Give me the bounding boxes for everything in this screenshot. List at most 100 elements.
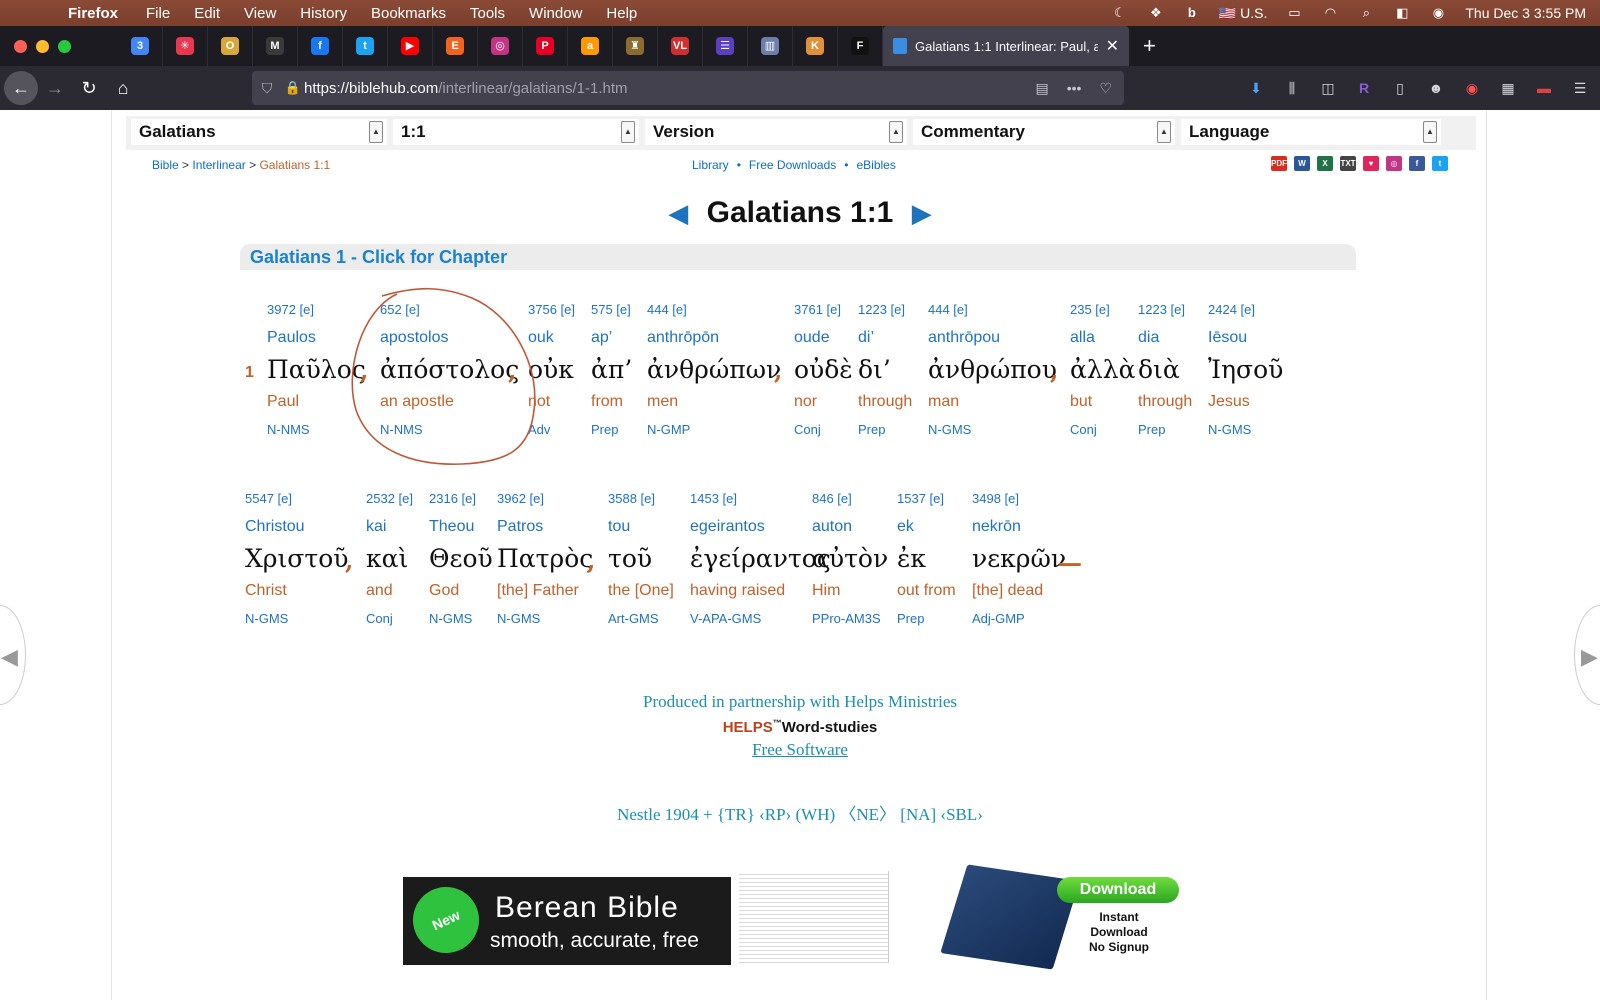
- strongs-number-link[interactable]: 1453 [e]: [690, 491, 831, 509]
- pinned-tab[interactable]: K: [793, 26, 838, 66]
- active-tab[interactable]: Galatians 1:1 Interlinear: Paul, an ✕: [883, 26, 1129, 66]
- strongs-number-link[interactable]: 1223 [e]: [1138, 302, 1192, 320]
- siri-icon[interactable]: ◉: [1429, 6, 1447, 20]
- new-tab-button[interactable]: +: [1129, 33, 1156, 59]
- strongs-number-link[interactable]: 575 [e]: [591, 302, 632, 320]
- strongs-number-link[interactable]: 3498 [e]: [972, 491, 1066, 509]
- sidebar-icon[interactable]: ◫: [1318, 80, 1338, 97]
- extension-doc-icon[interactable]: ▯: [1390, 80, 1410, 97]
- pinned-tab[interactable]: 3: [118, 26, 163, 66]
- version-select[interactable]: Version ▲: [644, 118, 908, 146]
- extension-red-icon[interactable]: ▬: [1534, 80, 1554, 96]
- pinned-tab[interactable]: ♜: [613, 26, 658, 66]
- parsing-link[interactable]: Prep: [1138, 422, 1192, 438]
- parsing-link[interactable]: N-GMP: [647, 422, 781, 438]
- parsing-link[interactable]: Adv: [528, 422, 575, 438]
- parsing-link[interactable]: N-GMS: [1208, 422, 1283, 438]
- parsing-link[interactable]: N-GMS: [245, 611, 348, 627]
- transliteration-link[interactable]: Iēsou: [1208, 329, 1283, 349]
- strongs-number-link[interactable]: 3756 [e]: [528, 302, 575, 320]
- breadcrumb-interlinear[interactable]: Interlinear: [192, 158, 245, 172]
- transliteration-link[interactable]: Theou: [429, 518, 493, 538]
- parsing-link[interactable]: N-GMS: [928, 422, 1057, 438]
- instagram-icon[interactable]: ◎: [1386, 156, 1402, 171]
- twitter-icon[interactable]: t: [1432, 156, 1448, 171]
- menu-help[interactable]: Help: [594, 5, 649, 22]
- breadcrumb-current[interactable]: Galatians 1:1: [259, 158, 330, 172]
- strongs-number-link[interactable]: 3962 [e]: [497, 491, 593, 509]
- strongs-number-link[interactable]: 235 [e]: [1070, 302, 1135, 320]
- downloads-icon[interactable]: ⬇: [1246, 80, 1266, 97]
- transliteration-link[interactable]: tou: [608, 518, 674, 538]
- helps-logo[interactable]: HELPS™Word-studies: [112, 718, 1488, 736]
- free-downloads-link[interactable]: Free Downloads: [749, 158, 836, 172]
- tracking-shield-icon[interactable]: ⛉: [252, 80, 282, 97]
- parsing-link[interactable]: Conj: [794, 422, 853, 438]
- parsing-link[interactable]: Conj: [1070, 422, 1135, 438]
- transliteration-link[interactable]: apostolos: [380, 329, 519, 349]
- lock-icon[interactable]: 🔒: [282, 80, 304, 96]
- close-tab-icon[interactable]: ✕: [1106, 36, 1119, 56]
- pinned-tab[interactable]: ▥: [748, 26, 793, 66]
- transliteration-link[interactable]: di’: [858, 329, 912, 349]
- chapter-verse-select[interactable]: 1:1 ▲: [392, 118, 640, 146]
- excel-icon[interactable]: X: [1317, 156, 1333, 171]
- reload-button[interactable]: ↻: [72, 71, 106, 105]
- pinned-tab[interactable]: t: [343, 26, 388, 66]
- url-bar[interactable]: ⛉ 🔒 https://biblehub.com/interlinear/gal…: [252, 71, 1124, 105]
- control-center-icon[interactable]: ◧: [1393, 6, 1411, 20]
- minimize-window-button[interactable]: [36, 39, 49, 53]
- transliteration-link[interactable]: anthrōpou: [928, 329, 1057, 349]
- menu-view[interactable]: View: [232, 5, 288, 22]
- download-button[interactable]: Download: [1057, 877, 1179, 903]
- parsing-link[interactable]: N-GMS: [429, 611, 493, 627]
- menu-history[interactable]: History: [288, 5, 359, 22]
- transliteration-link[interactable]: auton: [812, 518, 888, 538]
- menu-edit[interactable]: Edit: [182, 5, 232, 22]
- menu-tools[interactable]: Tools: [458, 5, 517, 22]
- transliteration-link[interactable]: egeirantos: [690, 518, 831, 538]
- pinned-tab[interactable]: ✳: [163, 26, 208, 66]
- dropbox-icon[interactable]: ❖: [1147, 6, 1165, 20]
- extension-r-icon[interactable]: R: [1354, 80, 1374, 96]
- editions-line[interactable]: Nestle 1904 + {TR} ‹RP› (WH) 〈NE〉 [NA] ‹…: [112, 800, 1488, 825]
- strongs-number-link[interactable]: 3761 [e]: [794, 302, 853, 320]
- back-button[interactable]: ←: [4, 71, 38, 105]
- parsing-link[interactable]: Conj: [366, 611, 413, 627]
- extension-grid-icon[interactable]: ▦: [1498, 80, 1518, 97]
- strongs-number-link[interactable]: 2532 [e]: [366, 491, 413, 509]
- pinned-tab[interactable]: ☰: [703, 26, 748, 66]
- pinned-tab[interactable]: VL: [658, 26, 703, 66]
- transliteration-link[interactable]: anthrōpōn: [647, 329, 781, 349]
- transliteration-link[interactable]: dia: [1138, 329, 1192, 349]
- pinned-tab[interactable]: O: [208, 26, 253, 66]
- transliteration-link[interactable]: Christou: [245, 518, 348, 538]
- menu-file[interactable]: File: [134, 5, 182, 22]
- chapter-link[interactable]: Galatians 1 - Click for Chapter: [240, 244, 1356, 270]
- parsing-link[interactable]: PPro-AM3S: [812, 611, 888, 627]
- language-select[interactable]: Language ▲: [1180, 118, 1442, 146]
- breadcrumb-bible[interactable]: Bible: [152, 158, 179, 172]
- transliteration-link[interactable]: oude: [794, 329, 853, 349]
- battery-icon[interactable]: ▭: [1285, 6, 1303, 20]
- txt-icon[interactable]: TXT: [1340, 156, 1356, 171]
- pdf-icon[interactable]: PDF: [1271, 156, 1287, 171]
- parsing-link[interactable]: Adj-GMP: [972, 611, 1066, 627]
- facebook-icon[interactable]: f: [1409, 156, 1425, 171]
- parsing-link[interactable]: N-GMS: [497, 611, 593, 627]
- transliteration-link[interactable]: Paulos: [267, 329, 366, 349]
- ebibles-link[interactable]: eBibles: [856, 158, 895, 172]
- strongs-number-link[interactable]: 846 [e]: [812, 491, 888, 509]
- book-select[interactable]: Galatians ▲: [130, 118, 388, 146]
- parsing-link[interactable]: N-NMS: [267, 422, 366, 438]
- pinned-tab[interactable]: M: [253, 26, 298, 66]
- pinned-tab[interactable]: E: [433, 26, 478, 66]
- spotlight-search-icon[interactable]: ⌕: [1357, 6, 1375, 20]
- commentary-select[interactable]: Commentary ▲: [912, 118, 1176, 146]
- parsing-link[interactable]: Prep: [858, 422, 912, 438]
- clock[interactable]: Thu Dec 3 3:55 PM: [1465, 5, 1586, 21]
- menu-window[interactable]: Window: [517, 5, 594, 22]
- menu-bookmarks[interactable]: Bookmarks: [359, 5, 458, 22]
- strongs-number-link[interactable]: 2424 [e]: [1208, 302, 1283, 320]
- moon-icon[interactable]: ☾: [1111, 6, 1129, 20]
